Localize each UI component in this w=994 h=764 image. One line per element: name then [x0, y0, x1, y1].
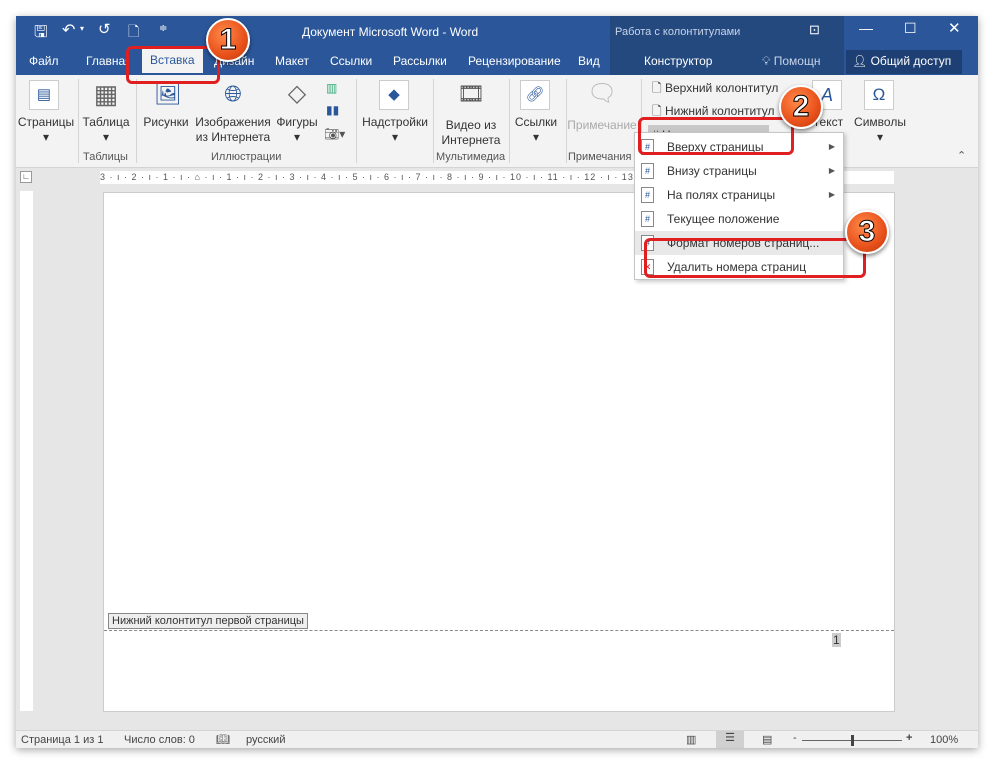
tab-home[interactable]: Главная — [86, 54, 128, 68]
smartart-icon[interactable]: ▥ — [326, 81, 337, 95]
tab-header-footer-design[interactable]: Конструктор — [644, 54, 712, 68]
bottom-of-page-icon: # — [641, 163, 654, 179]
tell-me-button[interactable]: 💡︎ Помощн — [762, 54, 820, 69]
pictures-icon[interactable]: 🖼︎ — [153, 80, 183, 110]
addins-button[interactable]: Надстройки ▾ — [359, 115, 431, 145]
links-button[interactable]: Ссылки ▾ — [510, 115, 562, 145]
page-margins-icon: # — [641, 187, 654, 203]
print-layout-icon[interactable]: ☰ — [716, 731, 744, 748]
video-icon[interactable]: 🎞︎ — [456, 80, 486, 110]
word-count[interactable]: Число слов: 0 — [124, 734, 195, 746]
context-title: Работа с колонтитулами — [615, 26, 741, 38]
new-document-icon[interactable]: 🗋 — [128, 21, 139, 45]
pictures-button[interactable]: Рисунки — [141, 115, 191, 130]
shapes-button[interactable]: Фигуры ▾ — [274, 115, 320, 145]
tab-references[interactable]: Ссылки — [330, 54, 372, 68]
comments-group-label: Примечания — [568, 151, 632, 163]
comment-button: Примечание — [567, 118, 637, 132]
read-mode-icon[interactable]: ▥ — [686, 733, 696, 746]
maximize-icon[interactable]: ☐ — [904, 20, 917, 37]
tell-me-label: Помощн — [773, 54, 821, 68]
language[interactable]: русский — [246, 734, 285, 746]
online-pictures-button[interactable]: Изображения из Интернета — [192, 115, 274, 145]
share-label: Общий доступ — [870, 54, 952, 68]
links-icon[interactable]: 🔗︎ — [520, 80, 550, 110]
chart-icon[interactable]: ▮▮ — [326, 103, 339, 117]
submenu-arrow-icon: ▶ — [828, 190, 835, 199]
illustrations-group-label: Иллюстрации — [211, 151, 282, 163]
person-add-icon: 👤︎ — [852, 54, 868, 68]
customize-qat-icon[interactable]: ≑ — [159, 23, 167, 34]
pages-button[interactable]: Страницы ▾ — [16, 115, 76, 145]
zoom-slider-thumb[interactable] — [851, 735, 854, 746]
footer-tag: Нижний колонтитул первой страницы — [108, 613, 308, 629]
proofing-icon[interactable]: 📖︎ — [216, 733, 230, 746]
ribbon-display-options-icon[interactable]: ⊡ — [809, 22, 820, 38]
save-icon[interactable]: 🖫 — [34, 21, 48, 48]
share-button[interactable]: 👤︎ Общий доступ — [846, 50, 962, 74]
symbols-button[interactable]: Символы ▾ — [850, 115, 910, 145]
tab-mailings[interactable]: Рассылки — [393, 54, 447, 68]
highlight-insert-tab — [126, 46, 220, 84]
zoom-in-button[interactable]: + — [906, 732, 912, 744]
footer-boundary — [104, 630, 894, 631]
current-position-icon: # — [641, 211, 654, 227]
menu-item-page-margins[interactable]: # На полях страницы ▶ — [635, 183, 843, 207]
undo-icon[interactable]: ↶ — [62, 20, 75, 40]
zoom-out-button[interactable]: - — [793, 732, 797, 744]
table-button[interactable]: Таблица ▾ — [80, 115, 132, 145]
shapes-icon[interactable]: ◇ — [282, 80, 312, 110]
undo-dropdown-icon[interactable]: ▾ — [80, 24, 84, 33]
menu-item-current-position[interactable]: # Текущее положение — [635, 207, 843, 231]
media-group-label: Мультимедиа — [436, 151, 506, 163]
page-count[interactable]: Страница 1 из 1 — [21, 734, 103, 746]
tab-review[interactable]: Рецензирование — [468, 54, 561, 68]
header-button[interactable]: 🗋 Верхний колонтитул — [652, 81, 778, 96]
collapse-ribbon-icon[interactable]: ⌃ — [957, 149, 966, 162]
comment-icon: 🗨︎ — [587, 80, 618, 107]
tab-selector[interactable]: ∟ — [20, 171, 32, 183]
highlight-page-number-button — [638, 117, 794, 155]
step-badge-1: 1 — [206, 18, 250, 62]
online-pictures-icon[interactable]: 🌐︎ — [218, 80, 248, 110]
zoom-level[interactable]: 100% — [930, 734, 958, 746]
page-number-field[interactable]: 1 — [832, 633, 841, 647]
status-bar: Страница 1 из 1 Число слов: 0 📖︎ русский… — [16, 730, 978, 748]
tables-group-label: Таблицы — [83, 151, 128, 163]
addins-icon[interactable]: ◆ — [379, 80, 409, 110]
tab-view[interactable]: Вид — [578, 54, 600, 68]
close-icon[interactable]: ✕ — [948, 19, 961, 37]
vertical-ruler[interactable] — [20, 191, 33, 711]
word-window: 🖫 ↶ ▾ ↺ 🗋 ≑ Документ Microsoft Word - Wo… — [16, 16, 978, 748]
menu-item-bottom-of-page[interactable]: # Внизу страницы ▶ — [635, 159, 843, 183]
pages-icon[interactable]: ▤ — [29, 80, 59, 110]
table-icon[interactable]: ▦ — [91, 80, 121, 110]
online-video-button[interactable]: Видео из Интернета — [436, 118, 506, 148]
highlight-format-page-numbers — [644, 238, 866, 278]
window-title: Документ Microsoft Word - Word — [302, 25, 479, 39]
minimize-icon[interactable]: — — [859, 20, 873, 36]
submenu-arrow-icon: ▶ — [828, 142, 835, 151]
submenu-arrow-icon: ▶ — [828, 166, 835, 175]
tab-file[interactable]: Файл — [29, 54, 59, 68]
screenshot-icon[interactable]: 📷︎▾ — [324, 127, 345, 141]
lightbulb-icon: 💡︎ — [762, 54, 771, 68]
omega-icon[interactable]: Ω — [864, 80, 894, 110]
tab-layout[interactable]: Макет — [275, 54, 309, 68]
repeat-icon[interactable]: ↺ — [98, 20, 111, 38]
web-layout-icon[interactable]: ▤ — [762, 733, 772, 746]
step-badge-3: 3 — [845, 210, 889, 254]
step-badge-2: 2 — [779, 85, 823, 129]
